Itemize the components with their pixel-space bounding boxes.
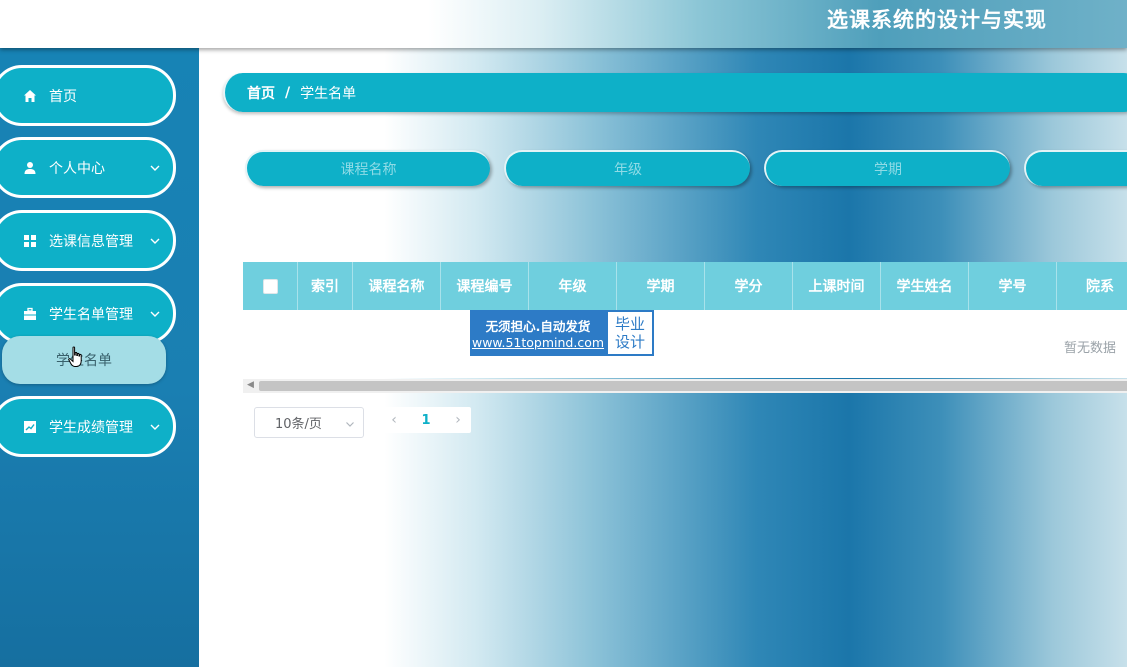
watermark-badge: 无须担心.自动发货 www.51topmind.com 毕业 设计 bbox=[470, 310, 654, 356]
column-header: 课程名称 bbox=[353, 262, 441, 310]
scroll-left-icon[interactable]: ◀ bbox=[247, 380, 254, 390]
chevron-down-icon bbox=[149, 162, 161, 174]
breadcrumb-home[interactable]: 首页 bbox=[247, 83, 275, 103]
horizontal-scrollbar[interactable]: ◀ bbox=[243, 379, 1127, 393]
column-header: 年级 bbox=[529, 262, 617, 310]
column-header: 学生姓名 bbox=[881, 262, 969, 310]
course-name-input[interactable]: 课程名称 bbox=[245, 150, 490, 186]
table-header: 索引 课程名称 课程编号 年级 学期 学分 上课时间 学生姓名 学号 院系 bbox=[243, 262, 1127, 310]
watermark-link[interactable]: www.51topmind.com bbox=[472, 335, 604, 350]
column-header: 学期 bbox=[617, 262, 705, 310]
column-header: 上课时间 bbox=[793, 262, 881, 310]
sidebar-item-home[interactable]: 首页 bbox=[0, 65, 176, 126]
chevron-down-icon bbox=[149, 308, 161, 320]
app-title: 选课系统的设计与实现 bbox=[827, 8, 1047, 32]
grade-placeholder: 年级 bbox=[614, 162, 642, 178]
chevron-down-icon bbox=[149, 235, 161, 247]
extra-search-input[interactable]: 学 bbox=[1024, 150, 1127, 186]
user-icon bbox=[21, 159, 39, 177]
chevron-down-icon bbox=[345, 418, 355, 428]
column-header: 院系 bbox=[1086, 279, 1114, 295]
grade-input[interactable]: 年级 bbox=[504, 150, 750, 186]
column-header: 课程编号 bbox=[441, 262, 529, 310]
breadcrumb-current: 学生名单 bbox=[300, 85, 357, 102]
current-page[interactable]: 1 bbox=[407, 413, 445, 428]
column-header: 索引 bbox=[298, 262, 353, 310]
sidebar-item-label: 学生名单管理 bbox=[49, 306, 133, 323]
breadcrumb: 首页 / 学生名单 bbox=[223, 73, 1127, 112]
sidebar-item-grade-management[interactable]: 学生成绩管理 bbox=[0, 396, 176, 457]
column-header: 学号 bbox=[969, 262, 1057, 310]
pagination: ‹ 1 › bbox=[381, 407, 471, 433]
semester-placeholder: 学期 bbox=[874, 162, 902, 178]
sidebar-item-label: 学生成绩管理 bbox=[49, 419, 133, 436]
top-header: 选课系统的设计与实现 bbox=[0, 0, 1127, 48]
column-header: 学分 bbox=[705, 262, 793, 310]
hand-cursor-icon bbox=[68, 346, 84, 372]
empty-data-text: 暂无数据 bbox=[1063, 341, 1116, 356]
semester-input[interactable]: 学期 bbox=[764, 150, 1010, 186]
sidebar-item-personal-center[interactable]: 个人中心 bbox=[0, 137, 176, 198]
sidebar-item-course-selection[interactable]: 选课信息管理 bbox=[0, 210, 176, 271]
select-all-checkbox[interactable] bbox=[262, 278, 278, 294]
chart-icon bbox=[21, 418, 39, 436]
table-body: 无须担心.自动发货 www.51topmind.com 毕业 设计 暂无数据 bbox=[243, 310, 1127, 378]
course-name-placeholder: 课程名称 bbox=[340, 162, 397, 178]
sidebar-item-label: 选课信息管理 bbox=[49, 233, 133, 250]
sidebar: 首页 个人中心 选课信息管理 学生名单管理 学生名单 学生成绩管理 bbox=[0, 48, 199, 667]
scroll-thumb[interactable] bbox=[259, 381, 1127, 391]
next-page-icon[interactable]: › bbox=[445, 412, 471, 428]
grid-icon bbox=[21, 232, 39, 250]
home-icon bbox=[21, 87, 39, 105]
briefcase-icon bbox=[21, 305, 39, 323]
sidebar-item-student-list-management[interactable]: 学生名单管理 bbox=[0, 283, 176, 344]
sidebar-subitem-label: 学生名单 bbox=[56, 353, 112, 369]
watermark-right1: 毕业 bbox=[614, 315, 645, 333]
watermark-line1: 无须担心.自动发货 bbox=[485, 319, 591, 334]
select-all-cell bbox=[243, 262, 298, 310]
page-size-select[interactable]: 10条/页 bbox=[254, 407, 364, 438]
sidebar-subitem-student-list[interactable]: 学生名单 bbox=[2, 336, 166, 384]
page-size-value: 10条/页 bbox=[275, 417, 322, 432]
prev-page-icon[interactable]: ‹ bbox=[381, 412, 407, 428]
watermark-right2: 设计 bbox=[614, 333, 645, 351]
main-content: 首页 / 学生名单 课程名称 年级 学期 学 索引 课程名称 课程编号 年级 学… bbox=[199, 48, 1127, 667]
breadcrumb-separator: / bbox=[285, 84, 291, 101]
chevron-down-icon bbox=[149, 421, 161, 433]
sidebar-item-label: 个人中心 bbox=[49, 160, 105, 177]
sidebar-item-label: 首页 bbox=[49, 88, 77, 105]
